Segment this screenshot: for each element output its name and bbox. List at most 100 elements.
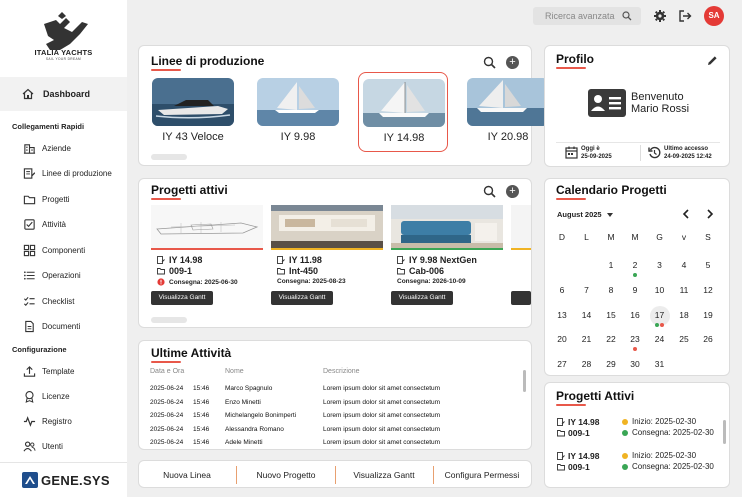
activities-table-body[interactable]: 2025-06-24 15:46 Marco Spagnulo Lorem ipsum… [150,379,520,445]
search-icon[interactable] [483,56,496,69]
table-row[interactable]: 2025-06-24 15:46 Adele Minetti Lorem ipsum … [150,439,520,445]
sidebar-item-attivit[interactable]: Attività [0,214,127,236]
sidebar-item-licenze[interactable]: Licenze [0,385,127,407]
logout-icon[interactable] [679,10,692,22]
calendar-day[interactable]: 13 [550,306,574,328]
calendar-day[interactable]: 19 [696,306,720,328]
document-icon [22,320,36,334]
quick-action-visualizza-gantt[interactable]: Visualizza Gantt [338,468,430,482]
calendar-day[interactable]: 6 [550,281,574,303]
activity-time: 15:46 [193,439,210,445]
sidebar-item-template[interactable]: Template [0,360,127,382]
calendar-day[interactable]: 27 [550,355,574,377]
search-placeholder: Ricerca avanzata [545,11,615,21]
chevron-right-icon[interactable] [706,209,714,219]
sidebar-item-documenti[interactable]: Documenti [0,316,127,338]
calendar-day[interactable]: 14 [575,306,599,328]
table-row[interactable]: 2025-06-24 15:46 Alessandra Romano Lorem ip… [150,426,520,439]
logo-name: ITALIA YACHTS [34,48,93,57]
production-line-label: IY 43 Veloce [162,131,224,143]
avatar[interactable]: SA [704,6,724,26]
project-image [391,205,503,248]
table-row[interactable]: 2025-06-24 15:46 Michelangelo Bonimperti Lo… [150,412,520,425]
calendar-day[interactable]: 28 [575,355,599,377]
sidebar-item-registro[interactable]: Registro [0,411,127,433]
active-project-model[interactable]: IY 14.98 [557,417,600,427]
gantt-button[interactable] [511,291,531,305]
gear-icon[interactable] [654,10,666,22]
calendar-day[interactable]: 30 [623,355,647,377]
production-line-card[interactable]: IY 14.98 [358,72,448,152]
calendar-day[interactable]: 22 [599,330,623,352]
production-line-label: IY 20.98 [487,131,529,143]
activities-scrollbar[interactable] [523,370,526,392]
calendar-day[interactable]: 4 [672,256,696,278]
calendar-day[interactable]: 24 [648,330,672,352]
calendar-day[interactable]: 12 [696,281,720,303]
calendar-day[interactable]: 7 [575,281,599,303]
table-row[interactable]: 2025-06-24 15:46 Marco Spagnulo Lorem ipsum… [150,385,520,398]
calendar-day[interactable]: 10 [648,281,672,303]
calendar-day[interactable]: 25 [672,330,696,352]
search-icon[interactable] [483,185,496,198]
project-card[interactable]: IY 14.98 009-1 Consegna: 2025-06-30 Visuali… [151,205,263,309]
section-configuration: Configurazione [12,345,67,354]
calendar-day[interactable]: 23 [623,330,647,352]
calendar-day[interactable]: 1 [599,256,623,278]
activity-date: 2025-06-24 [150,398,184,406]
calendar-day[interactable]: 15 [599,306,623,328]
project-card[interactable]: IY 9.98 NextGen Cab-006 Consegna: 2026-10-… [391,205,503,309]
project-card-partial[interactable] [511,205,531,309]
gantt-button[interactable]: Visualizza Gantt [391,291,453,305]
calendar-day[interactable]: 11 [672,281,696,303]
quick-action-nuovo-progetto[interactable]: Nuovo Progetto [240,468,332,482]
quick-action-nuova-linea[interactable]: Nuova Linea [141,468,233,482]
table-row[interactable]: 2025-06-24 15:46 Enzo Minetti Lorem ipsum d… [150,399,520,412]
gantt-button[interactable]: Visualizza Gantt [271,291,333,305]
search-box[interactable]: Ricerca avanzata [533,7,641,25]
gantt-button[interactable]: Visualizza Gantt [151,291,213,305]
active-project-model[interactable]: IY 14.98 [557,451,600,461]
calendar-day[interactable]: 16 [623,306,647,328]
calendar-day[interactable]: 8 [599,281,623,303]
production-line-card[interactable]: IY 43 Veloce [148,72,238,152]
project-delivery: Consegna: 2026-10-09 [397,278,466,285]
activity-description: Lorem ipsum dolor sit amet consectetum [323,385,441,392]
carousel-scroll-indicator[interactable] [151,154,187,160]
calendar-day[interactable]: 5 [696,256,720,278]
calendar-day[interactable]: 17 [648,305,672,328]
calendar-day[interactable]: 9 [623,281,647,303]
project-card[interactable]: IY 11.98 Int-450 Consegna: 2025-08-23 Visua… [271,205,383,309]
calendar-day[interactable]: 21 [575,330,599,352]
calendar-day[interactable]: 29 [599,355,623,377]
sidebar-item-aziende[interactable]: Aziende [0,137,127,159]
production-line-card[interactable]: IY 20.98 [463,72,547,152]
sidebar-item-label: Checklist [42,296,75,306]
calendar-day[interactable]: 3 [648,256,672,278]
add-project-button[interactable]: + [506,185,519,198]
calendar-day[interactable]: 2 [623,256,647,278]
calendar-day[interactable]: 31 [648,355,672,377]
folder-icon [277,268,285,275]
activity-name: Enzo Minetti [225,398,261,406]
month-selector[interactable]: August 2025 [557,210,613,219]
quick-action-configura-permessi[interactable]: Configura Permessi [436,468,528,482]
chevron-left-icon[interactable] [682,209,690,219]
weekday-header: L [584,232,589,242]
edit-icon[interactable] [707,55,718,66]
add-production-line-button[interactable]: + [506,56,519,69]
calendar-day[interactable]: 26 [696,330,720,352]
sidebar-item-componenti[interactable]: Componenti [0,239,127,261]
sidebar-item-operazioni[interactable]: Operazioni [0,265,127,287]
event-dot [654,322,659,327]
sidebar-item-checklist[interactable]: Checklist [0,290,127,312]
projects-list-scrollbar[interactable] [723,420,726,444]
sidebar-item-dashboard[interactable]: Dashboard [0,83,127,105]
sidebar-item-utenti[interactable]: Utenti [0,436,127,458]
sidebar-item-linee-di-produzione[interactable]: Linee di produzione [0,163,127,185]
sidebar-item-progetti[interactable]: Progetti [0,188,127,210]
carousel-scroll-indicator[interactable] [151,317,187,323]
calendar-day[interactable]: 18 [672,306,696,328]
production-line-card[interactable]: IY 9.98 [253,72,343,152]
calendar-day[interactable]: 20 [550,330,574,352]
